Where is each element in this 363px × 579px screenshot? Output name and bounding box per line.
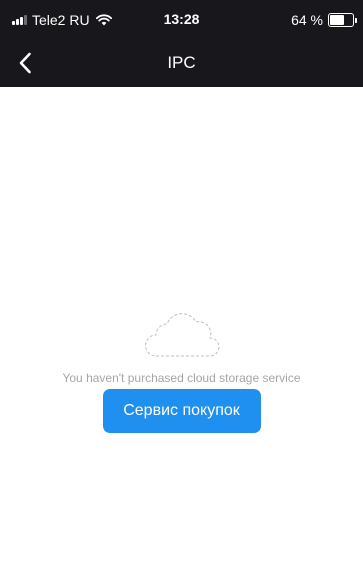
nav-bar: IPC (0, 40, 363, 87)
screen: Tele2 RU 13:28 64 % IPC You haven't purc… (0, 0, 363, 579)
cloud-outline-icon (144, 313, 219, 357)
status-right: 64 % (291, 11, 357, 29)
battery-tip (355, 17, 357, 23)
battery-icon (328, 13, 354, 27)
battery-level-fill (330, 15, 345, 25)
empty-message: You haven't purchased cloud storage serv… (62, 371, 301, 385)
battery-percent: 64 % (291, 12, 323, 28)
header: Tele2 RU 13:28 64 % IPC (0, 0, 363, 87)
empty-state: You haven't purchased cloud storage serv… (0, 300, 363, 433)
status-bar: Tele2 RU 13:28 64 % (0, 0, 363, 40)
page-title: IPC (167, 53, 196, 72)
purchase-service-button[interactable]: Сервис покупок (102, 389, 261, 433)
